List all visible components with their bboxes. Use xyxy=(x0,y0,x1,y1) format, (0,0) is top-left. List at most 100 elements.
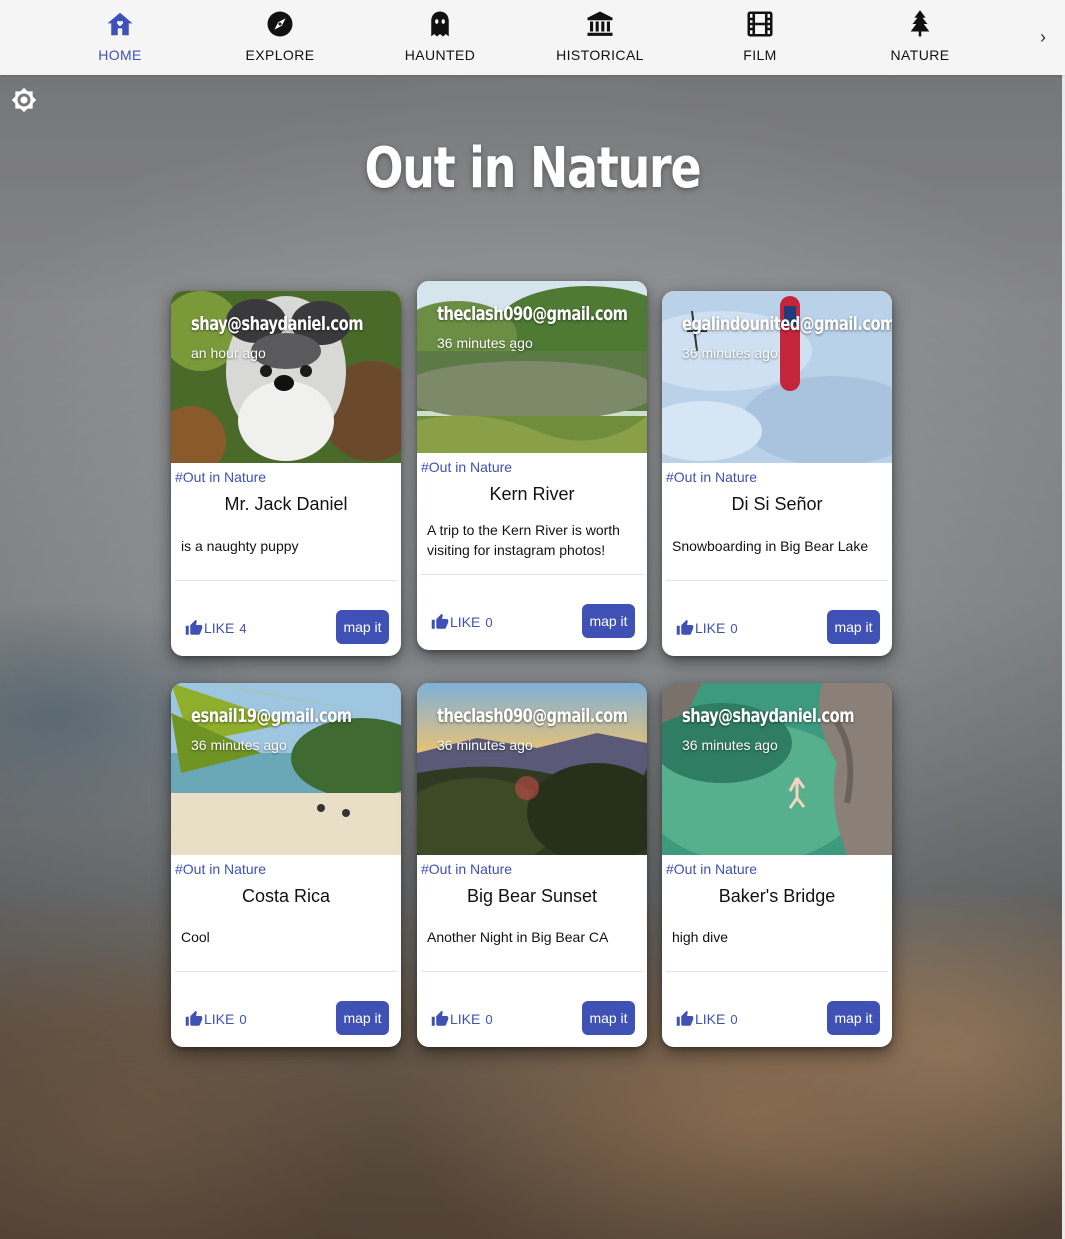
like-count: 0 xyxy=(485,1011,493,1027)
theme-toggle-button[interactable] xyxy=(11,87,37,113)
like-button[interactable]: LIKE 4 xyxy=(185,619,247,637)
card-actions: LIKE 0 map it xyxy=(171,972,401,1047)
nav-tab-historical[interactable]: HISTORICAL xyxy=(540,0,660,75)
card-actions: LIKE 4 map it xyxy=(171,581,401,656)
like-button[interactable]: LIKE 0 xyxy=(676,619,738,637)
post-image: theclash090@gmail.com 36 minutes ago xyxy=(417,281,647,453)
post-author: esnail19@gmail.com xyxy=(191,705,352,727)
post-time: 36 minutes ago xyxy=(682,345,778,361)
like-count: 0 xyxy=(485,614,493,630)
thumb-up-icon xyxy=(185,1010,203,1026)
post-description: Snowboarding in Big Bear Lake xyxy=(672,538,869,554)
card-actions: LIKE 0 map it xyxy=(417,972,647,1047)
background-vignette xyxy=(0,75,1065,1239)
map-it-button[interactable]: map it xyxy=(827,1001,880,1035)
compass-icon xyxy=(267,11,293,37)
like-label: LIKE xyxy=(695,620,726,636)
film-icon xyxy=(747,11,773,37)
nav-tab-nature[interactable]: NATURE xyxy=(860,0,980,75)
post-description: high dive xyxy=(672,929,729,945)
museum-icon xyxy=(587,11,613,36)
post-card: egalindounited@gmail.com 36 minutes ago … xyxy=(662,291,892,656)
post-title: Big Bear Sunset xyxy=(466,886,598,906)
post-description: Another Night in Big Bear CA xyxy=(427,929,609,945)
like-label: LIKE xyxy=(204,1011,235,1027)
post-author: egalindounited@gmail.com xyxy=(682,313,892,335)
like-label: LIKE xyxy=(204,620,235,636)
post-time: 36 minutes ago xyxy=(437,335,533,351)
like-label: LIKE xyxy=(450,1011,481,1027)
map-it-button[interactable]: map it xyxy=(827,610,880,644)
like-button[interactable]: LIKE 0 xyxy=(431,613,493,631)
post-time: 36 minutes ago xyxy=(437,737,533,753)
post-time: 36 minutes ago xyxy=(191,737,287,753)
map-it-button[interactable]: map it xyxy=(336,1001,389,1035)
nav-label-explore: EXPLORE xyxy=(245,47,315,63)
post-tag[interactable]: #Out in Nature xyxy=(662,855,892,879)
like-label: LIKE xyxy=(695,1011,726,1027)
post-title: Mr. Jack Daniel xyxy=(224,494,348,514)
post-title: Baker's Bridge xyxy=(718,886,836,906)
nav-tab-explore[interactable]: EXPLORE xyxy=(220,0,340,75)
map-it-button[interactable]: map it xyxy=(582,604,635,638)
nav-label-haunted: HAUNTED xyxy=(404,47,476,63)
post-time: 36 minutes ago xyxy=(682,737,778,753)
page-title: Out in Nature xyxy=(364,136,701,201)
post-image: shay@shaydaniel.com 36 minutes ago xyxy=(662,683,892,855)
top-nav-bar: HOME EXPLORE HAUNTED HISTORICAL FILM NAT… xyxy=(0,0,1065,75)
post-tag[interactable]: #Out in Nature xyxy=(662,463,892,487)
nav-label-film: FILM xyxy=(743,47,777,63)
like-count: 0 xyxy=(730,1011,738,1027)
post-image: esnail19@gmail.com 36 minutes ago xyxy=(171,683,401,855)
thumb-up-icon xyxy=(431,613,449,629)
nav-label-home: HOME xyxy=(98,47,142,63)
post-tag[interactable]: #Out in Nature xyxy=(171,855,401,879)
home-icon xyxy=(107,12,133,36)
thumb-up-icon xyxy=(676,1010,694,1026)
post-title: Di Si Señor xyxy=(731,494,823,514)
chevron-right-icon[interactable]: › xyxy=(1030,24,1056,50)
like-count: 4 xyxy=(239,620,247,636)
thumb-up-icon xyxy=(431,1010,449,1026)
like-button[interactable]: LIKE 0 xyxy=(676,1010,738,1028)
post-author: theclash090@gmail.com xyxy=(437,705,628,727)
like-count: 0 xyxy=(730,620,738,636)
nav-tab-film[interactable]: FILM xyxy=(700,0,820,75)
like-button[interactable]: LIKE 0 xyxy=(185,1010,247,1028)
post-image: theclash090@gmail.com 36 minutes ago xyxy=(417,683,647,855)
card-actions: LIKE 0 map it xyxy=(417,575,647,650)
card-actions: LIKE 0 map it xyxy=(662,972,892,1047)
post-card: theclash090@gmail.com 36 minutes ago #Ou… xyxy=(417,281,647,650)
post-image: shay@shaydaniel.com an hour ago xyxy=(171,291,401,463)
nav-tab-haunted[interactable]: HAUNTED xyxy=(380,0,500,75)
nav-tab-home[interactable]: HOME xyxy=(60,0,180,75)
post-description: Cool xyxy=(181,929,210,945)
ghost-icon xyxy=(431,11,449,37)
tree-icon xyxy=(910,10,930,37)
post-author: shay@shaydaniel.com xyxy=(682,705,855,727)
thumb-up-icon xyxy=(676,619,694,635)
post-image: egalindounited@gmail.com 36 minutes ago xyxy=(662,291,892,463)
thumb-up-icon xyxy=(185,619,203,635)
post-card: shay@shaydaniel.com an hour ago #Out in … xyxy=(171,291,401,656)
map-it-button[interactable]: map it xyxy=(582,1001,635,1035)
like-label: LIKE xyxy=(450,614,481,630)
post-tag[interactable]: #Out in Nature xyxy=(417,453,647,477)
post-description: is a naughty puppy xyxy=(181,538,299,554)
post-author: theclash090@gmail.com xyxy=(437,303,628,325)
post-title: Kern River xyxy=(489,484,575,504)
card-actions: LIKE 0 map it xyxy=(662,581,892,656)
post-title: Costa Rica xyxy=(241,886,331,906)
post-tag[interactable]: #Out in Nature xyxy=(417,855,647,879)
post-description: A trip to the Kern River is worth visiti… xyxy=(427,522,620,558)
post-tag[interactable]: #Out in Nature xyxy=(171,463,401,487)
post-card: theclash090@gmail.com 36 minutes ago #Ou… xyxy=(417,683,647,1047)
post-author: shay@shaydaniel.com xyxy=(191,313,364,335)
post-card: shay@shaydaniel.com 36 minutes ago #Out … xyxy=(662,683,892,1047)
like-button[interactable]: LIKE 0 xyxy=(431,1010,493,1028)
post-time: an hour ago xyxy=(191,345,266,361)
map-it-button[interactable]: map it xyxy=(336,610,389,644)
nav-label-nature: NATURE xyxy=(890,47,950,63)
like-count: 0 xyxy=(239,1011,247,1027)
brightness-icon xyxy=(11,87,37,113)
